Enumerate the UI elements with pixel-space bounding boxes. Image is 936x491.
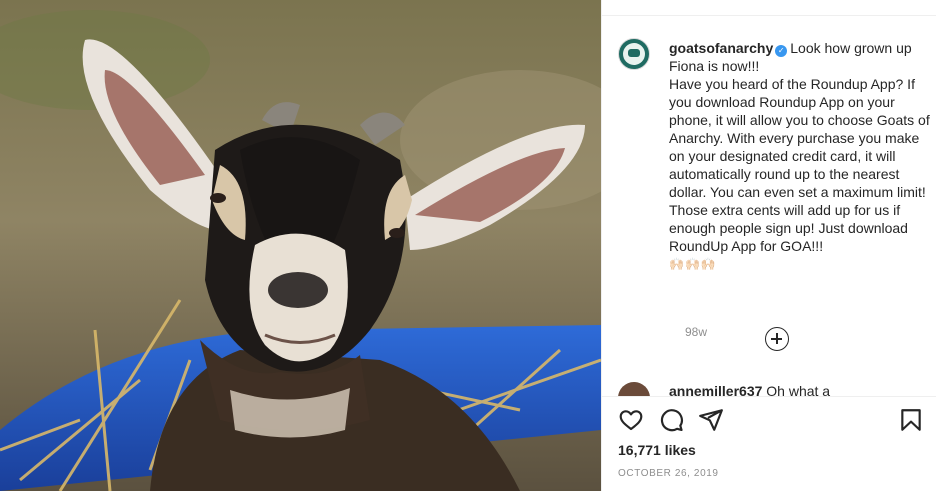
panel-header-divider	[602, 0, 936, 16]
goat-logo-icon	[628, 49, 640, 57]
share-icon	[699, 409, 723, 431]
likes-count[interactable]: 16,771 likes	[618, 442, 696, 458]
load-more-comments-button[interactable]	[765, 327, 789, 351]
post-image[interactable]	[0, 0, 601, 491]
goat-photo	[0, 0, 601, 491]
comment-body: Oh what a	[766, 383, 831, 396]
post-details-panel: goatsofanarchy ✓ Look how grown up Fiona i…	[601, 0, 936, 491]
bookmark-icon	[901, 409, 921, 431]
save-button[interactable]	[898, 407, 924, 433]
caption-username[interactable]: goatsofanarchy	[669, 40, 773, 56]
commenter-avatar[interactable]	[618, 382, 650, 396]
comment-icon	[660, 409, 683, 432]
caption-text: goatsofanarchy ✓ Look how grown up Fiona i…	[669, 39, 931, 273]
user-avatar[interactable]	[618, 38, 650, 70]
heart-icon	[619, 410, 643, 431]
caption-emoji: 🙌🏻🙌🏻🙌🏻	[669, 257, 717, 271]
caption-line2: Have you heard of the Roundup App? If yo…	[669, 76, 930, 254]
post-actions: 16,771 likes OCTOBER 26, 2019	[602, 396, 936, 491]
share-button[interactable]	[698, 407, 724, 433]
comment-text: annemiller637 Oh what a	[669, 382, 830, 396]
caption-time[interactable]: 98w	[685, 325, 707, 339]
comment-username[interactable]: annemiller637	[669, 383, 762, 396]
comment-button[interactable]	[658, 407, 684, 433]
comment-row: annemiller637 Oh what a	[618, 380, 928, 396]
verified-badge-icon: ✓	[775, 45, 788, 57]
post-date[interactable]: OCTOBER 26, 2019	[618, 468, 719, 479]
like-button[interactable]	[618, 407, 644, 433]
